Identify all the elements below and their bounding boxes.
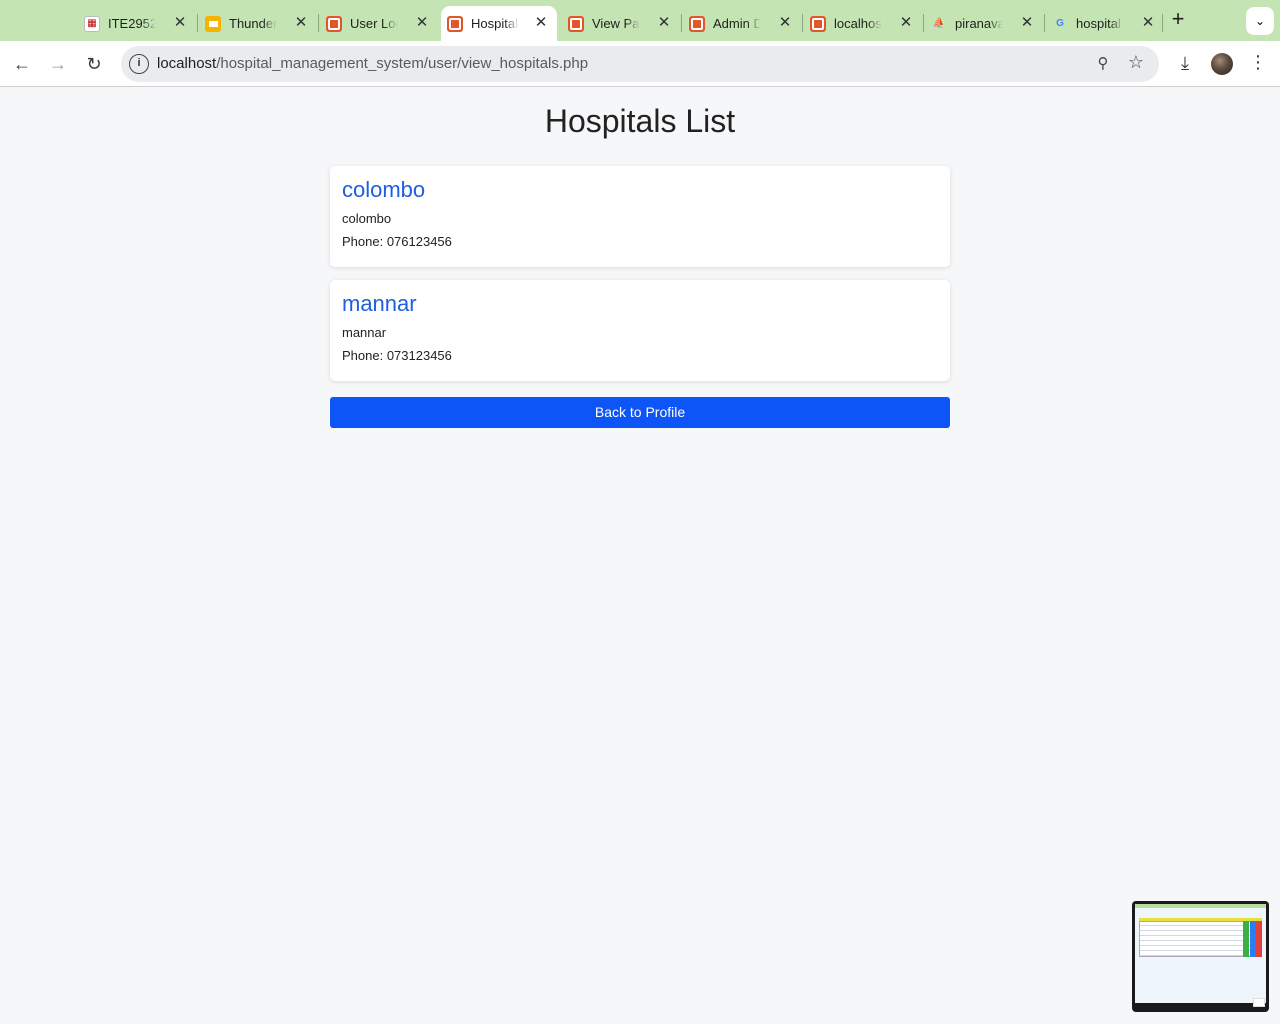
tab-view-patients[interactable]: View Pat ✕ [562, 6, 680, 41]
hospital-card: mannar mannar Phone: 073123456 [330, 280, 950, 381]
forward-arrow-icon[interactable]: → [44, 50, 72, 78]
close-icon[interactable]: ✕ [1019, 15, 1035, 31]
tab-separator [1162, 14, 1163, 32]
tab-ite2952[interactable]: ▦ ITE2952 ✕ [78, 6, 196, 41]
tab-title: piranava [955, 16, 1003, 31]
tab-separator [1044, 14, 1045, 32]
hospital-location: colombo [342, 211, 392, 226]
thumbnail-green-column [1243, 921, 1249, 957]
slides-icon [205, 15, 221, 32]
gcal-icon: ▦ [84, 15, 100, 32]
url-path: /hospital_management_system/user/view_ho… [216, 55, 589, 72]
tab-title: hospital [1076, 16, 1121, 31]
close-icon[interactable]: ✕ [1140, 15, 1156, 31]
url-host: localhost [157, 55, 217, 72]
phpmyadmin-icon: ⛵ [932, 18, 946, 29]
hospital-name: mannar [342, 291, 417, 316]
close-icon[interactable]: ✕ [777, 15, 793, 31]
bookmark-star-icon[interactable]: ☆ [1125, 52, 1147, 74]
tab-thunder[interactable]: Thunder ✕ [199, 6, 317, 41]
hospital-card: colombo colombo Phone: 076123456 [330, 166, 950, 267]
hospital-location: mannar [342, 325, 387, 340]
xampp-icon [568, 15, 584, 32]
tab-separator [197, 14, 198, 32]
tab-separator [318, 14, 319, 32]
tab-title: Hospitals [471, 16, 519, 31]
download-icon[interactable]: ⤓ [1173, 53, 1197, 75]
xampp-icon [810, 15, 826, 32]
xampp-icon [326, 15, 342, 32]
hospital-phone: Phone: 076123456 [342, 234, 452, 249]
tab-title: localhost [834, 16, 882, 31]
zoom-icon[interactable]: ⚲ [1093, 54, 1113, 74]
tab-title: ITE2952 [108, 16, 156, 31]
tab-hospital-search[interactable]: G hospital ✕ [1046, 6, 1164, 41]
tab-localhost[interactable]: localhost ✕ [804, 6, 922, 41]
xampp-icon [689, 15, 705, 32]
thumbnail-tabstrip [1135, 904, 1266, 908]
back-arrow-icon[interactable]: ← [8, 50, 36, 78]
tab-piranava[interactable]: ⛵ piranava ✕ [925, 6, 1043, 41]
hospital-name: colombo [342, 177, 426, 202]
close-icon[interactable]: ✕ [656, 15, 672, 31]
kebab-menu-icon[interactable]: ⋮ [1249, 52, 1267, 76]
thumbnail-red-column [1256, 921, 1262, 957]
thumbnail-screen [1135, 904, 1266, 1003]
tab-admin-dashboard[interactable]: Admin D ✕ [683, 6, 801, 41]
xampp-icon [447, 15, 463, 32]
close-icon[interactable]: ✕ [293, 15, 309, 31]
screen-preview-thumbnail[interactable] [1132, 901, 1269, 1012]
tab-title: View Pat [592, 16, 640, 31]
browser-toolbar: ← → ↻ i localhost/hospital_management_sy… [0, 41, 1280, 87]
back-to-profile-button[interactable]: Back to Profile [330, 397, 950, 428]
tab-search-chevron-icon[interactable]: ⌄ [1246, 7, 1274, 35]
close-icon[interactable]: ✕ [172, 15, 188, 31]
site-info-icon[interactable]: i [129, 54, 149, 74]
tab-strip: ▦ ITE2952 ✕ Thunder ✕ User Log ✕ Hospita… [0, 0, 1280, 41]
new-tab-plus-icon[interactable]: + [1166, 8, 1190, 32]
expand-icon[interactable] [1253, 998, 1265, 1007]
profile-avatar[interactable] [1211, 53, 1233, 75]
url-text[interactable]: localhost/hospital_management_system/use… [157, 55, 588, 72]
tab-title: User Log [350, 16, 398, 31]
close-icon[interactable]: ✕ [898, 15, 914, 31]
tab-separator [923, 14, 924, 32]
tab-title: Thunder [229, 16, 277, 31]
tab-hospitals[interactable]: Hospitals ✕ [441, 6, 557, 41]
close-icon[interactable]: ✕ [533, 15, 549, 31]
hospital-phone: Phone: 073123456 [342, 348, 452, 363]
tab-separator [681, 14, 682, 32]
tab-user-login[interactable]: User Log ✕ [320, 6, 438, 41]
tab-title: Admin D [713, 16, 761, 31]
tab-separator [802, 14, 803, 32]
page-title: Hospitals List [544, 103, 736, 139]
close-icon[interactable]: ✕ [414, 15, 430, 31]
google-icon: G [1056, 18, 1064, 29]
address-bar[interactable]: i localhost/hospital_management_system/u… [121, 46, 1159, 82]
reload-icon[interactable]: ↻ [80, 50, 108, 78]
